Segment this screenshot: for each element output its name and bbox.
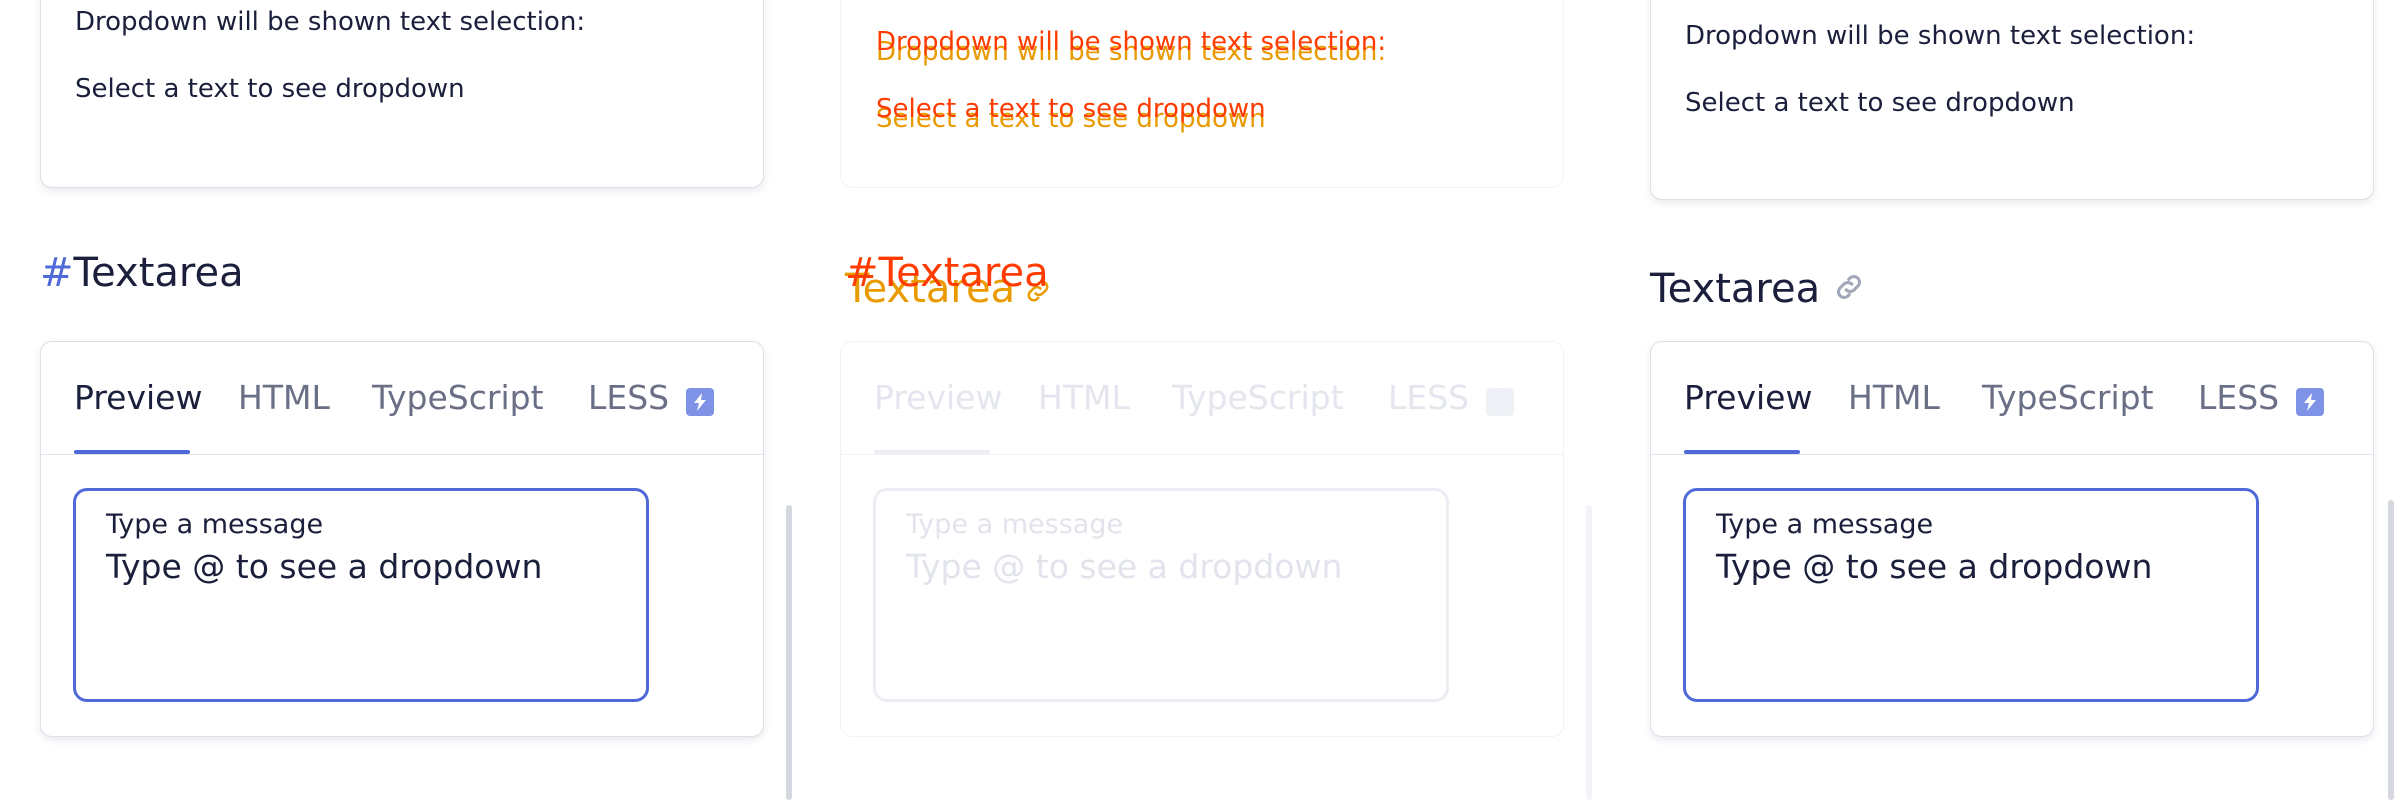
bolt-icon[interactable]	[686, 388, 714, 416]
message-textarea[interactable]: Type a message Type @ to see a dropdown	[1683, 488, 2259, 702]
tab-html[interactable]: HTML	[1848, 378, 1940, 417]
section-title: Textarea	[73, 250, 244, 296]
example-card: Preview HTML TypeScript LESS Type a mess…	[40, 341, 764, 737]
textarea-value-faded: Type @ to see a dropdown	[906, 547, 1343, 586]
tab-bar: Preview HTML TypeScript LESS	[41, 342, 763, 455]
message-textarea-faded: Type a message Type @ to see a dropdown	[873, 488, 1449, 702]
tab-html-faded: HTML	[1038, 378, 1130, 417]
diff-line1-red: Dropdown will be shown text selection:	[876, 27, 1387, 57]
example-card: Preview HTML TypeScript LESS Type a mess…	[1650, 341, 2374, 737]
message-textarea[interactable]: Type a message Type @ to see a dropdown	[73, 488, 649, 702]
tab-typescript[interactable]: TypeScript	[372, 378, 544, 417]
selection-demo-card: Dropdown will be shown text selection: S…	[1650, 0, 2374, 200]
diff-hash-red: #	[845, 250, 879, 296]
section-heading: #Textarea	[40, 250, 244, 296]
scrollbar[interactable]	[2388, 500, 2394, 800]
tab-preview[interactable]: Preview	[74, 378, 202, 417]
active-tab-indicator	[74, 450, 190, 454]
tab-less-faded: LESS	[1388, 378, 1470, 417]
tab-html[interactable]: HTML	[238, 378, 330, 417]
panel-reference: Dropdown will be shown text selection: S…	[0, 0, 800, 800]
textarea-label: Type a message	[106, 509, 324, 540]
diff-title-red: Textarea	[878, 250, 1049, 296]
tab-typescript-faded: TypeScript	[1172, 378, 1344, 417]
scrollbar[interactable]	[786, 505, 792, 800]
selection-demo-line1: Dropdown will be shown text selection:	[75, 7, 586, 37]
textarea-label: Type a message	[1716, 509, 1934, 540]
section-heading: Textarea	[1650, 266, 1866, 314]
section-title: Textarea	[1650, 266, 1821, 312]
active-tab-indicator	[1684, 450, 1800, 454]
selection-demo-card: Dropdown will be shown text selection: S…	[40, 0, 764, 188]
diff-heading-red: #Textarea	[845, 250, 1049, 296]
bolt-icon-faded	[1486, 388, 1514, 416]
selection-demo-line2[interactable]: Select a text to see dropdown	[75, 74, 465, 104]
textarea-label-faded: Type a message	[906, 509, 1124, 540]
scrollbar-faded	[1586, 505, 1592, 800]
example-card-faded: Preview HTML TypeScript LESS Type a mess…	[840, 341, 1564, 737]
panel-current: Dropdown will be shown text selection: S…	[1600, 0, 2400, 800]
tab-preview-faded: Preview	[874, 378, 1003, 417]
panel-diff: Dropdown will be shown text selection: D…	[800, 0, 1600, 800]
selection-demo-line1: Dropdown will be shown text selection:	[1685, 21, 2196, 51]
link-icon[interactable]	[1832, 268, 1866, 314]
bolt-icon[interactable]	[2296, 388, 2324, 416]
active-tab-indicator-faded	[874, 450, 990, 454]
tab-preview[interactable]: Preview	[1684, 378, 1812, 417]
diff-line2-red: Select a text to see dropdown	[876, 94, 1266, 124]
tab-typescript[interactable]: TypeScript	[1982, 378, 2154, 417]
selection-demo-line2[interactable]: Select a text to see dropdown	[1685, 88, 2075, 118]
textarea-value[interactable]: Type @ to see a dropdown	[1716, 547, 2152, 586]
tab-less[interactable]: LESS	[588, 378, 669, 417]
tab-bar-faded: Preview HTML TypeScript LESS	[841, 342, 1563, 455]
tab-bar: Preview HTML TypeScript LESS	[1651, 342, 2373, 455]
tab-less[interactable]: LESS	[2198, 378, 2279, 417]
anchor-hash[interactable]: #	[40, 250, 74, 296]
textarea-value[interactable]: Type @ to see a dropdown	[106, 547, 542, 586]
